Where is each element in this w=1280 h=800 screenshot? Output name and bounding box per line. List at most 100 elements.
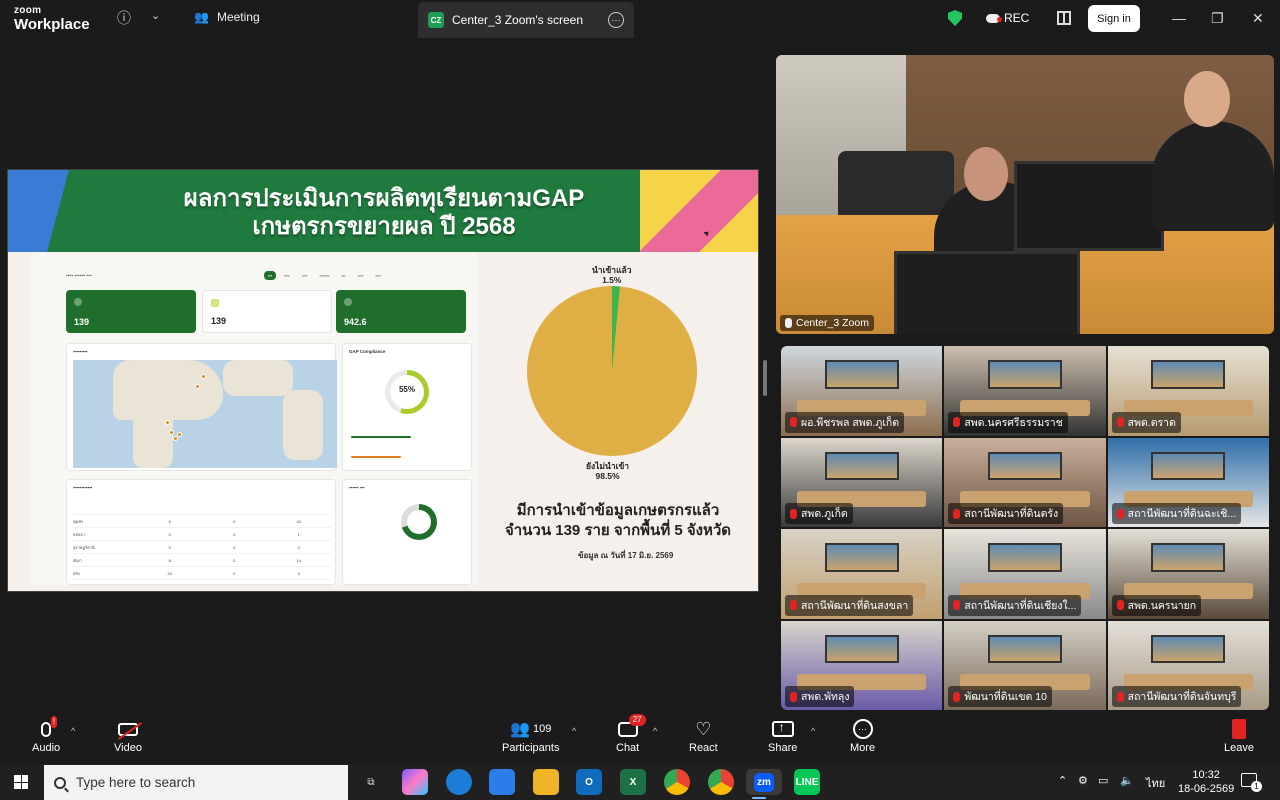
room-screen: [987, 451, 1063, 481]
participant-name: สพด.ภูเก็ต: [801, 508, 848, 520]
audio-button[interactable]: ! Audio: [32, 716, 60, 754]
windows-taskbar: Type here to search ⧉ O X zm LINE ⌃ ⚙ ▭ …: [0, 764, 1280, 800]
room-screen: [987, 360, 1063, 389]
share-button[interactable]: Share: [768, 716, 797, 754]
search-icon: [54, 776, 66, 789]
participant-name-tag: สถานีพัฒนาที่ดินจันทบุรี: [1111, 686, 1242, 707]
participant-name-tag: สพด.นครศรีธรรมราช: [948, 411, 1068, 433]
participant-name: สถานีพัฒนาที่ดินจันทบุรี: [1127, 691, 1237, 703]
participant-tile[interactable]: สพด.ตราด: [1107, 346, 1269, 436]
line-app-icon[interactable]: LINE: [794, 769, 820, 795]
participant-name: สพด.นครนายก: [1127, 599, 1197, 612]
participant-tile[interactable]: พัฒนาที่ดินเขต 10: [944, 620, 1106, 710]
speaker-video[interactable]: Center_3 Zoom: [776, 55, 1274, 334]
view-layout-icon[interactable]: [1057, 11, 1071, 25]
language-indicator[interactable]: ไทย: [1146, 774, 1165, 792]
participant-name-tag: สถานีพัฒนาที่ดินสงขลา: [785, 594, 914, 616]
chat-options-caret[interactable]: ^: [653, 726, 657, 736]
meeting-stage: ผลการประเมินการผลิตทุเรียนตามGAP เกษตรกร…: [0, 38, 1280, 710]
participant-name: สถานีพัฒนาที่ดินฉะเชิ...: [1127, 508, 1237, 520]
participant-tile[interactable]: ผอ.พีชรพล สพด.ภูเก็ต: [781, 346, 943, 436]
zoom-app-icon[interactable]: zm: [746, 769, 782, 799]
react-button[interactable]: ♡ React: [689, 716, 718, 754]
info-icon[interactable]: ⓘ: [117, 8, 131, 28]
participant-tile[interactable]: สถานีพัฒนาที่ดินฉะเชิ...: [1107, 437, 1269, 527]
more-options-icon[interactable]: ···: [608, 12, 624, 28]
participant-tile[interactable]: สพด.พัทลุง: [781, 620, 943, 710]
share-options-caret[interactable]: ^: [811, 726, 815, 736]
meeting-tab[interactable]: 👥 Meeting: [194, 10, 260, 24]
data-date-note: ข้อมูล ณ วันที่ 17 มิ.ย. 2569: [578, 551, 674, 560]
restore-icon[interactable]: ❐: [1211, 10, 1224, 27]
notification-icon[interactable]: 1: [1241, 773, 1262, 792]
brand-bottom: Workplace: [14, 16, 90, 33]
participant-name-tag: พัฒนาที่ดินเขต 10: [948, 686, 1052, 707]
chrome-profile-icon[interactable]: [664, 769, 690, 795]
mic-muted-icon: [790, 600, 797, 610]
splitter-handle[interactable]: [763, 360, 767, 396]
system-clock[interactable]: 10:32 18-06-2569: [1178, 768, 1234, 796]
chrome-icon[interactable]: [708, 769, 734, 795]
minimize-icon[interactable]: —: [1172, 10, 1186, 26]
leave-button[interactable]: Leave: [1224, 716, 1254, 754]
tray-overflow-icon[interactable]: ⌃: [1058, 774, 1067, 787]
mic-muted-icon: [953, 508, 961, 519]
room-screen: [824, 451, 899, 481]
map-card: ▪▪▪▪▪▪▪▪▪: [66, 343, 337, 471]
participants-button[interactable]: 👥 109 Participants: [502, 716, 559, 754]
microsoft-store-icon[interactable]: [489, 769, 515, 795]
shared-screen-tab-label: Center_3 Zoom's screen: [452, 13, 584, 27]
tray-app-icon[interactable]: ⚙: [1078, 774, 1088, 787]
shared-screen-tab[interactable]: CZ Center_3 Zoom's screen ···: [418, 2, 634, 38]
table-row: ตรัง 24 0 3: [73, 567, 331, 580]
windows-start-icon[interactable]: [14, 775, 28, 789]
task-view-icon[interactable]: ⧉: [358, 769, 384, 795]
edge-browser-icon[interactable]: [446, 769, 472, 795]
heart-icon: ♡: [695, 719, 712, 739]
audio-options-caret[interactable]: ^: [71, 726, 75, 736]
taskbar-search[interactable]: Type here to search: [44, 765, 348, 800]
participant-tile[interactable]: สถานีพัฒนาที่ดินจันทบุรี: [1107, 620, 1269, 710]
file-explorer-icon[interactable]: [533, 769, 559, 795]
recording-indicator[interactable]: REC: [986, 11, 1029, 25]
participant-tile[interactable]: สถานีพัฒนาที่ดินสงขลา: [781, 529, 943, 619]
more-icon: ···: [852, 719, 873, 739]
more-button[interactable]: ··· More: [850, 716, 875, 754]
chat-button[interactable]: 27 Chat: [616, 714, 646, 754]
outlook-icon[interactable]: O: [576, 769, 602, 795]
close-icon[interactable]: ✕: [1252, 10, 1264, 27]
excel-icon[interactable]: X: [620, 769, 646, 795]
province-table-card: ▪▪▪▪▪▪▪▪▪▪▪▪ ชุมพร 6 0 43 สงขลา 0 0 1 สุราษฎร์ธา…: [66, 479, 336, 585]
video-button[interactable]: Video: [114, 716, 143, 754]
sign-in-button[interactable]: Sign in: [1088, 5, 1140, 32]
participants-options-caret[interactable]: ^: [572, 726, 576, 736]
video-off-icon: [117, 721, 143, 740]
participant-tile[interactable]: สพด.ภูเก็ต: [781, 437, 943, 527]
participant-tile[interactable]: สถานีพัฒนาที่ดินตรัง: [944, 437, 1106, 527]
brand-top: zoom: [14, 5, 42, 16]
participant-name: สพด.ตราด: [1127, 416, 1176, 429]
room-screen: [824, 543, 899, 572]
network-icon[interactable]: ▭: [1098, 774, 1108, 787]
participant-tile[interactable]: สพด.นครนายก: [1107, 529, 1269, 619]
participant-name-tag: สพด.ตราด: [1111, 411, 1181, 433]
status-donut-card: ▪▪▪▪▪▪ ▪▪▪: [342, 479, 472, 585]
table-row: พังงา 8 0 14: [73, 554, 331, 567]
participant-tile[interactable]: สพด.นครศรีธรรมราช: [944, 346, 1106, 436]
participant-name-tag: สพด.นครนายก: [1111, 594, 1202, 616]
participant-name: สพด.พัทลุง: [801, 691, 850, 703]
chevron-down-icon[interactable]: ⌄: [151, 9, 160, 22]
participant-name-tag: สพด.พัทลุง: [785, 686, 855, 707]
copilot-icon[interactable]: [402, 769, 428, 795]
security-shield-icon[interactable]: [948, 10, 962, 26]
room-screen: [824, 360, 899, 389]
speaker-name-tag: Center_3 Zoom: [780, 315, 874, 331]
volume-icon[interactable]: 🔈: [1120, 774, 1134, 787]
slide-header: ผลการประเมินการผลิตทุเรียนตามGAP เกษตรกร…: [8, 170, 758, 252]
leave-icon: [1231, 719, 1246, 739]
participant-name-tag: สถานีพัฒนาที่ดินเชียงใ...: [948, 594, 1082, 616]
compliance-card: GAP Compliance 55%: [342, 343, 472, 471]
participant-tile[interactable]: สถานีพัฒนาที่ดินเชียงใ...: [944, 529, 1106, 619]
meeting-toolbar: ! Audio ^ Video 👥 109 Participants ^ 27 …: [0, 710, 1280, 764]
kpi-card-area: 942.6: [336, 290, 466, 333]
